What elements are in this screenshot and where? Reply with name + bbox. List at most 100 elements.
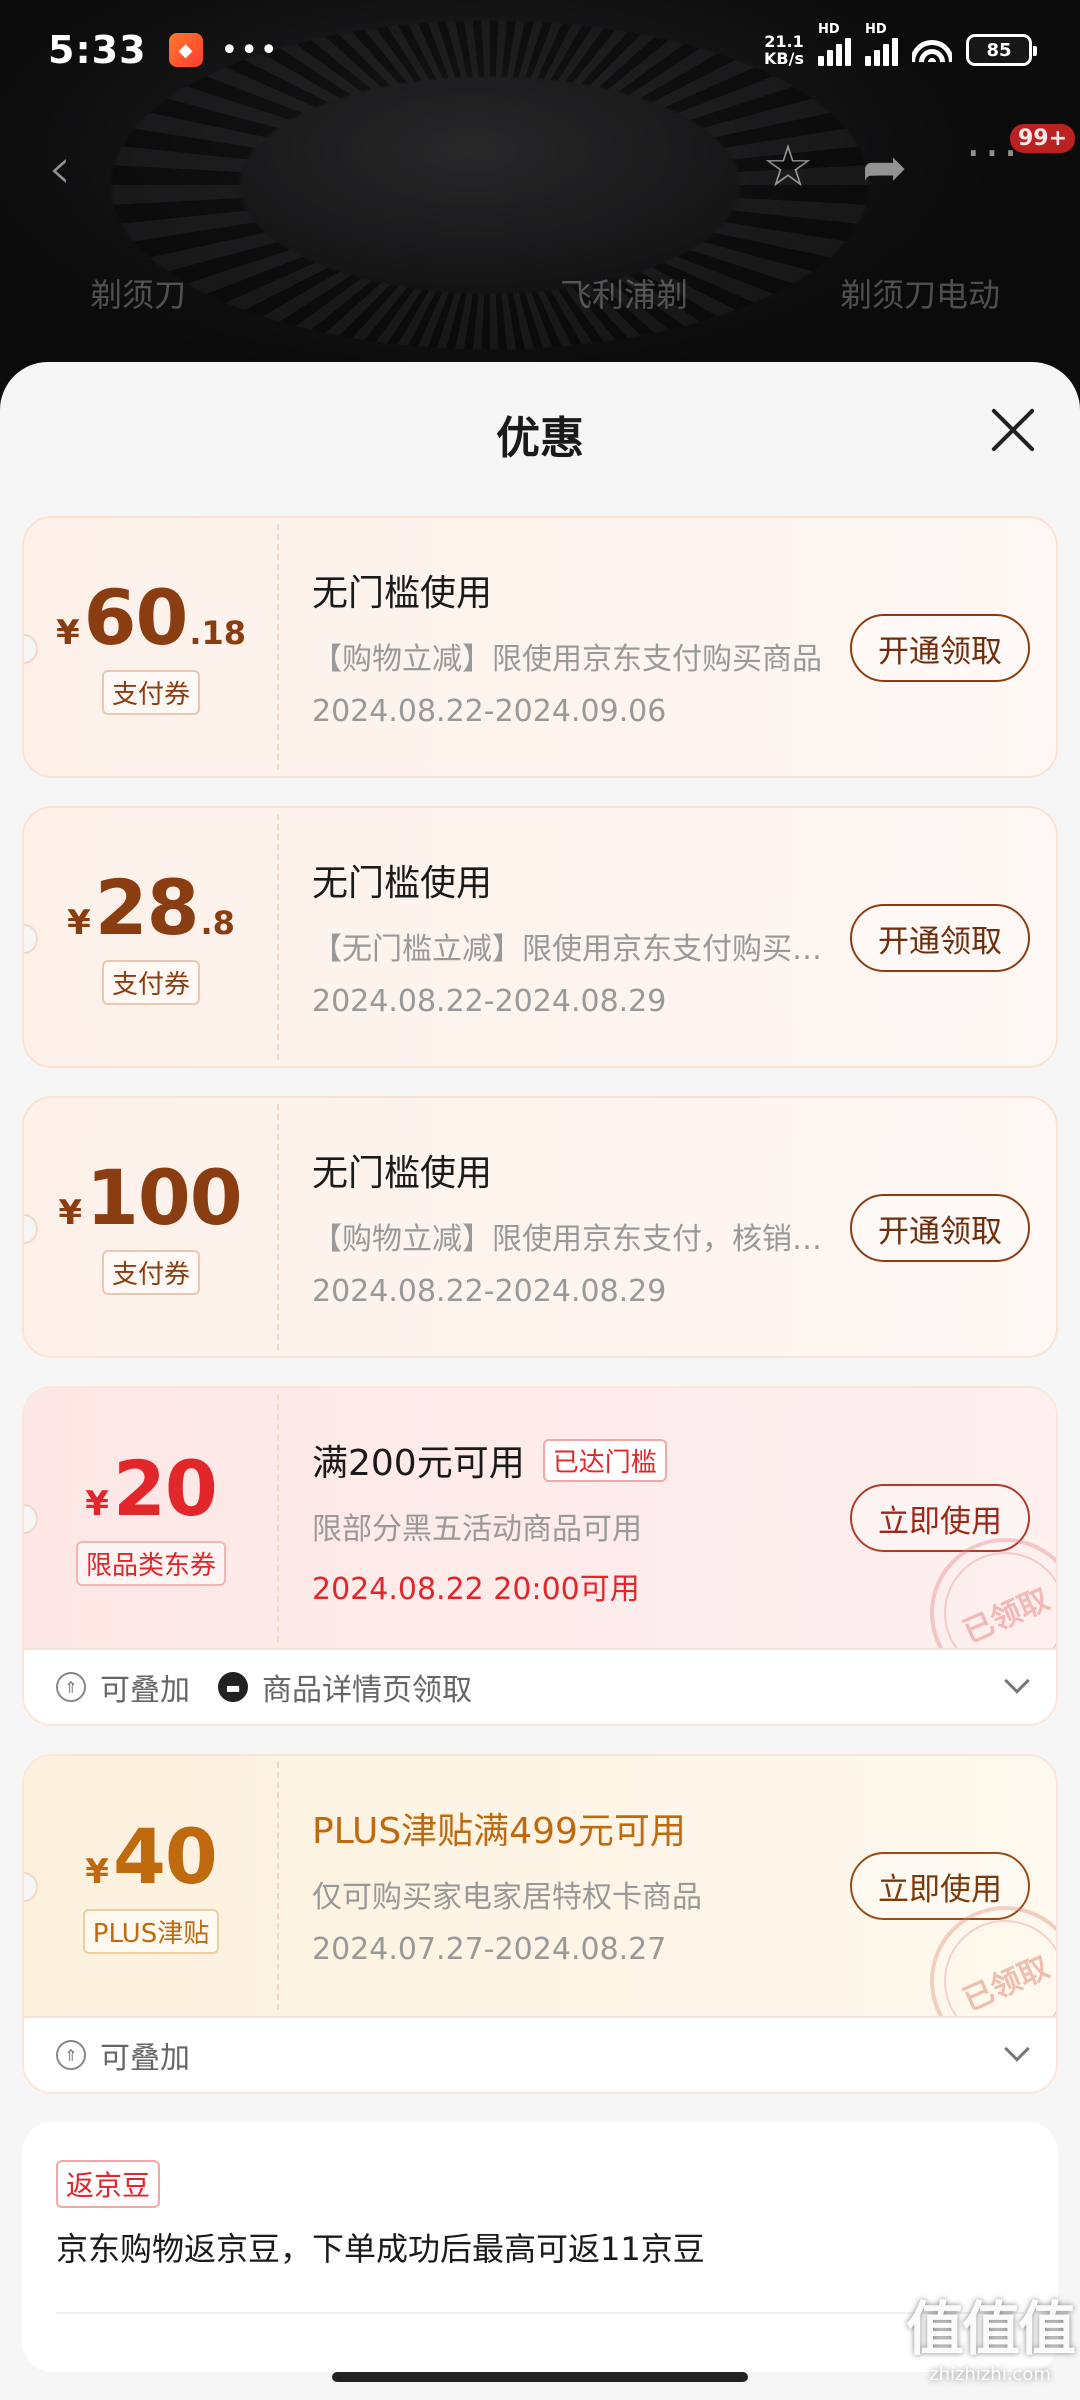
watermark-site: zhizhizhi.com (929, 2364, 1051, 2385)
stack-icon: ⇑ (56, 2040, 86, 2070)
coupon-list: ¥ 60 .18 支付券 无门槛使用 【购物立减】限使用京东支付购买商品 202… (22, 516, 1058, 2372)
source-label: ▬ 商品详情页领取 (218, 1665, 472, 1709)
coupon-date: 2024.08.22-2024.08.29 (312, 984, 667, 1019)
threshold-reached-tag: 已达门槛 (542, 1438, 667, 1482)
home-indicator[interactable] (332, 2372, 748, 2382)
product-nav-bar: ‹ ☆ ➦ ··· 99+ (0, 120, 1080, 210)
search-suggestion-tabs: 剃须刀 飞利浦剃 剃须刀电动 (0, 262, 1080, 322)
net-speed-value: 21.1 (764, 32, 804, 51)
ticket-icon: ▬ (218, 1672, 248, 1702)
stackable-label: ⇑ 可叠加 (56, 1665, 190, 1709)
amount-integer: 100 (86, 1152, 243, 1242)
tab-suggestion-3[interactable]: 剃须刀电动 (840, 270, 1000, 316)
coupon-desc: 【购物立减】限使用京东支付，核销后可用 (312, 1222, 842, 1257)
sheet-title: 优惠 (496, 413, 584, 464)
sim1-hd-label: HD (818, 22, 840, 37)
coupon-amount: ¥ 60 .18 支付券 (24, 518, 278, 776)
coupon-type-tag: 限品类东券 (75, 1540, 226, 1586)
coupon-info: 无门槛使用 【购物立减】限使用京东支付购买商品 2024.08.22-2024.… (312, 564, 842, 729)
coupon-footer[interactable]: ⇑ 可叠加 ▬ 商品详情页领取 (24, 1650, 1056, 1724)
coupon-amount: ¥ 28 .8 支付券 (24, 808, 278, 1066)
coupon-card[interactable]: ¥ 20 限品类东券 满200元可用 已达门槛 限部分黑五活动商品可用 2024… (24, 1388, 1056, 1650)
coupon-item: ¥ 100 支付券 无门槛使用 【购物立减】限使用京东支付，核销后可用 2024… (22, 1096, 1058, 1358)
currency-symbol: ¥ (85, 1851, 109, 1892)
coupon-item: ¥ 20 限品类东券 满200元可用 已达门槛 限部分黑五活动商品可用 2024… (22, 1386, 1058, 1726)
currency-symbol: ¥ (85, 1483, 109, 1524)
coupon-card[interactable]: ¥ 40 PLUS津贴 PLUS津贴满499元可用 仅可购买家电家居特权卡商品 … (24, 1756, 1056, 2018)
amount-integer: 28 (94, 862, 200, 952)
coupon-title-text: 满200元可用 (312, 1443, 525, 1484)
coupon-info: 无门槛使用 【无门槛立减】限使用京东支付购买商品 2024.08.22-2024… (312, 854, 842, 1019)
coupon-title-text: 无门槛使用 (312, 863, 493, 904)
tab-suggestion-1[interactable]: 剃须刀 (90, 270, 186, 316)
status-more-icon: ••• (220, 32, 280, 68)
battery-icon: 85 (966, 34, 1037, 66)
coupon-info: PLUS津贴满499元可用 仅可购买家电家居特权卡商品 2024.07.27-2… (312, 1802, 842, 1967)
back-icon[interactable]: ‹ (48, 134, 71, 202)
stackable-text: 可叠加 (100, 1673, 190, 1708)
coupon-info: 满200元可用 已达门槛 限部分黑五活动商品可用 2024.08.22 20:0… (312, 1434, 842, 1608)
stack-icon: ⇑ (56, 1672, 86, 1702)
coupon-title-text: 无门槛使用 (312, 573, 493, 614)
coupon-title: PLUS津贴满499元可用 (312, 1802, 842, 1854)
share-icon[interactable]: ➦ (862, 136, 907, 199)
coupon-card[interactable]: ¥ 100 支付券 无门槛使用 【购物立减】限使用京东支付，核销后可用 2024… (22, 1096, 1058, 1358)
coupon-desc: 限部分黑五活动商品可用 (312, 1512, 642, 1547)
signal-2-icon: HD (865, 22, 898, 66)
amount-integer: 40 (112, 1811, 218, 1901)
coupon-title: 满200元可用 已达门槛 (312, 1434, 842, 1486)
bean-rebate-tag: 返京豆 (56, 2160, 161, 2208)
coupon-title: 无门槛使用 (312, 1144, 842, 1196)
signal-1-icon: HD (818, 22, 851, 66)
coupon-info: 无门槛使用 【购物立减】限使用京东支付，核销后可用 2024.08.22-202… (312, 1144, 842, 1309)
coupon-item: ¥ 28 .8 支付券 无门槛使用 【无门槛立减】限使用京东支付购买商品 202… (22, 806, 1058, 1068)
stackable-label: ⇑ 可叠加 (56, 2033, 190, 2077)
site-watermark: 值值值 zhizhizhi.com (906, 2295, 1076, 2385)
source-text: 商品详情页领取 (262, 1673, 472, 1708)
amount-decimal: .18 (189, 613, 247, 652)
watermark-logo: 值值值 (906, 2295, 1076, 2363)
close-icon[interactable] (982, 400, 1042, 460)
sim2-hd-label: HD (865, 22, 887, 37)
currency-symbol: ¥ (67, 902, 91, 943)
activate-claim-button[interactable]: 开通领取 (850, 904, 1030, 972)
coupon-date: 2024.07.27-2024.08.27 (312, 1932, 667, 1967)
message-badge: 99+ (1010, 124, 1076, 153)
coupon-type-tag: 支付券 (101, 1249, 200, 1295)
coupon-title-text: 无门槛使用 (312, 1153, 493, 1194)
net-speed-unit: KB/s (764, 49, 804, 68)
coupon-desc: 【购物立减】限使用京东支付购买商品 (312, 642, 822, 677)
coupon-date: 2024.08.22-2024.09.06 (312, 694, 667, 729)
amount-integer: 60 (83, 572, 189, 662)
activate-claim-button[interactable]: 开通领取 (850, 614, 1030, 682)
coupon-title: 无门槛使用 (312, 564, 842, 616)
coupon-date: 2024.08.22 20:00可用 (312, 1572, 640, 1607)
amount-integer: 20 (112, 1443, 218, 1533)
coupon-footer[interactable]: ⇑ 可叠加 (24, 2018, 1056, 2092)
coupon-amount: ¥ 100 支付券 (24, 1098, 278, 1356)
wifi-icon (912, 34, 952, 66)
coupon-amount: ¥ 40 PLUS津贴 (24, 1756, 278, 2016)
coupon-type-tag: PLUS津贴 (82, 1908, 220, 1954)
coupon-card[interactable]: ¥ 60 .18 支付券 无门槛使用 【购物立减】限使用京东支付购买商品 202… (22, 516, 1058, 778)
chevron-down-icon[interactable] (1004, 1668, 1030, 1694)
discount-sheet: 优惠 ¥ 60 .18 支付券 无门槛使用 【购物立减】限使用京东支付购买商品 (0, 362, 1080, 2400)
activate-claim-button[interactable]: 开通领取 (850, 1194, 1030, 1262)
favorite-star-icon[interactable]: ☆ (762, 132, 814, 200)
chevron-down-icon[interactable] (1004, 2036, 1030, 2062)
coupon-desc: 【无门槛立减】限使用京东支付购买商品 (312, 932, 842, 967)
bean-rebate-text: 京东购物返京豆，下单成功后最高可返11京豆 (56, 2230, 705, 2268)
currency-symbol: ¥ (55, 612, 80, 653)
coupon-card[interactable]: ¥ 28 .8 支付券 无门槛使用 【无门槛立减】限使用京东支付购买商品 202… (22, 806, 1058, 1068)
coupon-title-text: PLUS津贴满499元可用 (312, 1811, 686, 1852)
coupon-desc: 仅可购买家电家居特权卡商品 (312, 1880, 702, 1915)
bean-divider (56, 2312, 1024, 2314)
currency-symbol: ¥ (58, 1192, 82, 1233)
status-time: 5:33 (48, 28, 147, 72)
network-speed: 21.1 KB/s (764, 33, 804, 67)
tab-suggestion-2[interactable]: 飞利浦剃 (560, 270, 688, 316)
app-notification-icon: ◆ (168, 33, 203, 67)
battery-level: 85 (986, 39, 1012, 61)
coupon-title: 无门槛使用 (312, 854, 842, 906)
coupon-amount: ¥ 20 限品类东券 (24, 1388, 278, 1648)
